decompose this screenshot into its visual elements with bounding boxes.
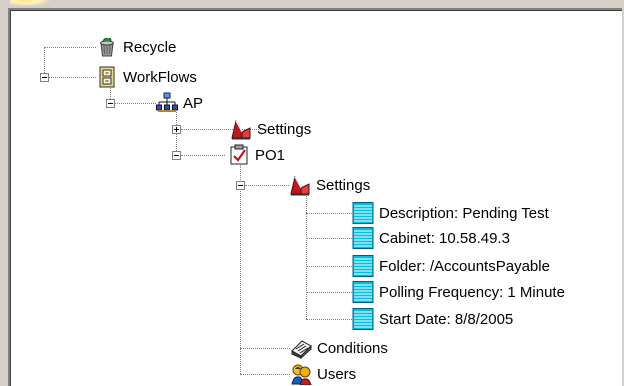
tree-node-label: Settings — [257, 120, 312, 138]
tree-node-label: WorkFlows — [123, 68, 197, 86]
setting-cabinet-label: Cabinet: 10.58.49.3 — [379, 229, 510, 247]
workflows-collapse-button[interactable] — [40, 73, 49, 82]
tree-node-label: AP — [183, 94, 204, 112]
tree-node-label: PO1 — [255, 146, 286, 164]
tree-node-setting-polling[interactable]: Polling Frequency: 1 Minute — [352, 281, 565, 303]
po1-settings-collapse-button[interactable] — [236, 181, 245, 190]
cabinet-icon — [99, 66, 115, 88]
tree-node-setting-description[interactable]: Description: Pending Test — [352, 202, 549, 224]
tree-node-po1[interactable]: PO1 — [228, 144, 285, 166]
ap-settings-expand-button[interactable] — [172, 125, 181, 134]
tree-node-po1-settings[interactable]: Settings — [289, 174, 370, 196]
tree-node-recycle[interactable]: Recycle — [96, 36, 176, 58]
list-page-icon — [352, 202, 374, 224]
recycle-bin-icon — [100, 37, 114, 57]
users-icon — [291, 364, 312, 385]
tree-node-setting-folder[interactable]: Folder: /AccountsPayable — [352, 255, 550, 277]
list-page-icon — [352, 308, 374, 330]
tree-node-setting-cabinet[interactable]: Cabinet: 10.58.49.3 — [352, 227, 510, 249]
checkbox-document-icon — [230, 144, 248, 165]
tree-node-label: Conditions — [317, 339, 388, 357]
red-book-icon — [231, 119, 251, 140]
tree-node-label: Users — [317, 365, 357, 383]
tree-node-label: Settings — [316, 176, 371, 194]
list-page-icon — [352, 227, 374, 249]
ap-collapse-button[interactable] — [106, 99, 115, 108]
tree-node-ap[interactable]: AP — [156, 92, 203, 114]
setting-folder-label: Folder: /AccountsPayable — [379, 257, 550, 275]
po1-collapse-button[interactable] — [172, 151, 181, 160]
notebook-icon — [291, 340, 312, 359]
list-page-icon — [352, 281, 374, 303]
setting-description-label: Description: Pending Test — [379, 204, 549, 222]
tree-node-label: Recycle — [123, 38, 177, 56]
network-icon — [156, 92, 178, 112]
red-book-icon — [290, 175, 310, 196]
tree-node-setting-start-date[interactable]: Start Date: 8/8/2005 — [352, 308, 513, 330]
setting-start-date-label: Start Date: 8/8/2005 — [379, 310, 514, 328]
tree-node-conditions[interactable]: Conditions — [290, 337, 388, 359]
tree-view[interactable]: Recycle WorkFlows AP Settings PO1 Settin… — [0, 0, 624, 386]
tree-node-ap-settings[interactable]: Settings — [230, 118, 311, 140]
tree-node-users[interactable]: Users — [290, 363, 356, 385]
list-page-icon — [352, 255, 374, 277]
setting-polling-label: Polling Frequency: 1 Minute — [379, 283, 565, 301]
tree-node-workflows[interactable]: WorkFlows — [96, 66, 197, 88]
